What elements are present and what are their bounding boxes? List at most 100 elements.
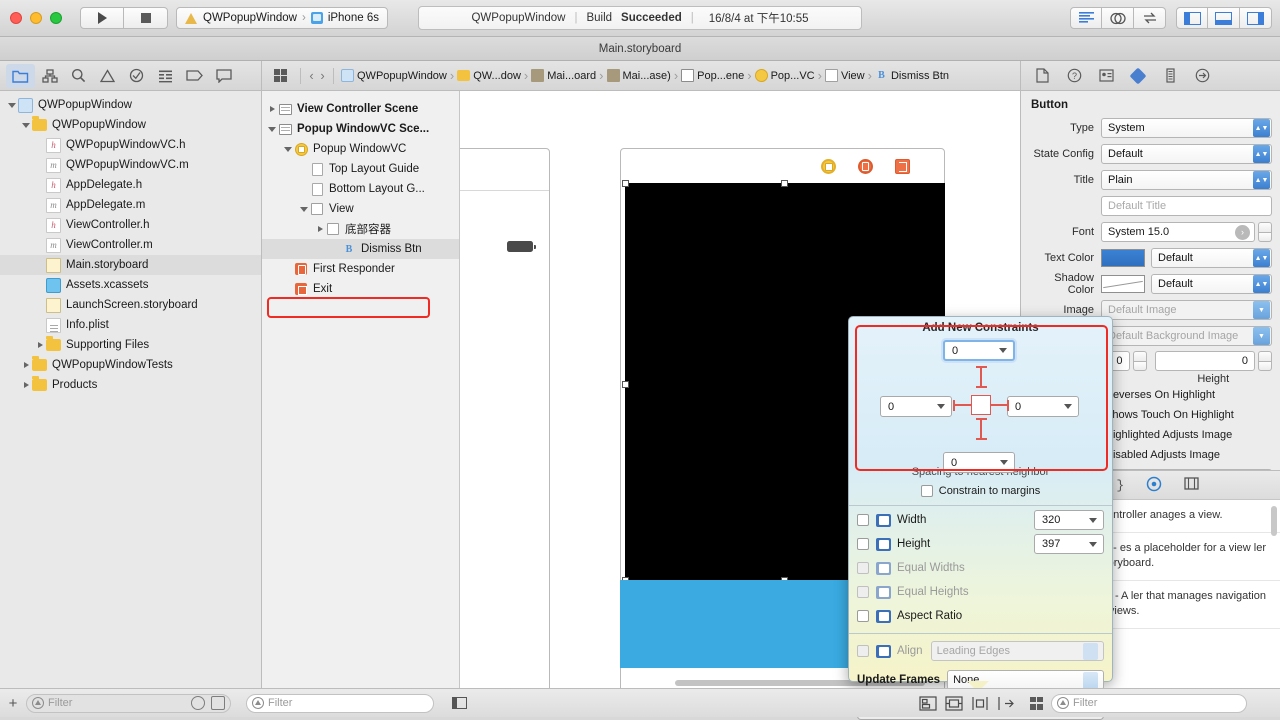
standard-editor-button[interactable] bbox=[1070, 7, 1102, 29]
shadow-color-select[interactable]: Default ▲▼ bbox=[1151, 274, 1272, 294]
outline-item[interactable]: BDismiss Btn bbox=[262, 239, 459, 259]
navigator-item[interactable]: Info.plist bbox=[0, 315, 261, 335]
folder-icon[interactable] bbox=[6, 64, 35, 88]
breakpoint-icon[interactable] bbox=[180, 64, 209, 88]
outline-filter-input[interactable]: Filter bbox=[246, 694, 434, 713]
breadcrumb-item[interactable]: Pop...ene bbox=[679, 65, 746, 87]
forward-button[interactable]: › bbox=[317, 65, 328, 87]
source-control-icon[interactable] bbox=[35, 64, 64, 88]
strut-bottom-icon[interactable] bbox=[980, 418, 982, 440]
title-text-input[interactable]: Default Title bbox=[1101, 196, 1272, 216]
stop-button[interactable] bbox=[124, 7, 168, 29]
align-checkbox[interactable] bbox=[857, 645, 869, 657]
toggle-utilities-button[interactable] bbox=[1240, 7, 1272, 29]
add-file-button[interactable]: + bbox=[0, 695, 26, 712]
text-color-well[interactable] bbox=[1101, 249, 1145, 267]
constraint-checkbox[interactable] bbox=[857, 562, 869, 574]
navigator-item[interactable]: QWPopupWindow bbox=[0, 95, 261, 115]
zoom-window-button[interactable] bbox=[50, 12, 62, 24]
strut-top-icon[interactable] bbox=[980, 366, 982, 388]
constraint-row[interactable]: Equal Heights bbox=[857, 582, 1104, 602]
test-icon[interactable] bbox=[122, 64, 151, 88]
back-button[interactable]: ‹ bbox=[306, 65, 317, 87]
source-control-filter-icon[interactable] bbox=[211, 696, 225, 710]
constraint-value-select[interactable]: 397 bbox=[1034, 534, 1104, 554]
navigator-item[interactable]: hViewController.h bbox=[0, 215, 261, 235]
disclosure-triangle[interactable] bbox=[298, 199, 310, 219]
breadcrumb-item[interactable]: Pop...VC bbox=[753, 65, 817, 87]
resolve-issues-icon[interactable] bbox=[971, 696, 988, 711]
resizing-behavior-icon[interactable] bbox=[997, 696, 1014, 711]
add-new-constraints-popover[interactable]: Add New Constraints 0 0 0 0 bbox=[848, 316, 1113, 682]
shadow-offset-height-input[interactable]: 0 bbox=[1155, 351, 1256, 371]
image-select[interactable]: Default Image ▼ bbox=[1101, 300, 1272, 320]
navigator-item[interactable]: LaunchScreen.storyboard bbox=[0, 295, 261, 315]
breadcrumb-item[interactable]: QW...dow bbox=[455, 65, 523, 87]
navigator-item[interactable]: hQWPopupWindowVC.h bbox=[0, 135, 261, 155]
navigator-item[interactable]: QWPopupWindowTests bbox=[0, 355, 261, 375]
font-stepper[interactable] bbox=[1258, 222, 1272, 242]
constraint-checkbox[interactable] bbox=[857, 538, 869, 550]
shadow-offset-height-stepper[interactable] bbox=[1258, 351, 1272, 371]
navigator-item[interactable]: mViewController.m bbox=[0, 235, 261, 255]
search-icon[interactable] bbox=[64, 64, 93, 88]
font-picker-icon[interactable]: › bbox=[1235, 225, 1250, 240]
breadcrumb-item[interactable]: Mai...oard bbox=[529, 65, 598, 87]
background-select[interactable]: Default Background Image ▼ bbox=[1101, 326, 1272, 346]
shadow-color-well[interactable] bbox=[1101, 275, 1145, 293]
constraint-row[interactable]: Width320 bbox=[857, 510, 1104, 530]
disclosure-triangle[interactable] bbox=[20, 355, 32, 375]
constraint-value-select[interactable]: 320 bbox=[1034, 510, 1104, 530]
disclosure-triangle[interactable] bbox=[314, 219, 326, 239]
recent-files-filter-icon[interactable] bbox=[191, 696, 205, 710]
project-tree[interactable]: QWPopupWindowQWPopupWindowhQWPopupWindow… bbox=[0, 91, 261, 395]
file-inspector-icon[interactable] bbox=[1027, 64, 1057, 88]
navigator-item[interactable]: Products bbox=[0, 375, 261, 395]
align-select[interactable]: Leading Edges bbox=[931, 641, 1104, 661]
outline-item[interactable]: View bbox=[262, 199, 459, 219]
related-items-icon[interactable] bbox=[266, 64, 295, 88]
breadcrumb-item[interactable]: BDismiss Btn bbox=[873, 65, 951, 87]
navigator-filter-input[interactable]: Filter bbox=[26, 694, 231, 713]
size-inspector-icon[interactable] bbox=[1155, 64, 1185, 88]
navigator-item[interactable]: mAppDelegate.m bbox=[0, 195, 261, 215]
quick-help-icon[interactable]: ? bbox=[1059, 64, 1089, 88]
spacing-right-select[interactable]: 0 bbox=[1007, 396, 1079, 417]
shadow-offset-width-stepper[interactable] bbox=[1133, 351, 1147, 371]
connections-inspector-icon[interactable] bbox=[1187, 64, 1217, 88]
outline-item[interactable]: 底部容器 bbox=[262, 219, 459, 239]
outline-tree[interactable]: View Controller ScenePopup WindowVC Sce.… bbox=[262, 91, 459, 299]
align-icon[interactable] bbox=[919, 696, 936, 711]
object-library-icon[interactable] bbox=[1146, 476, 1162, 495]
spacing-top-select[interactable]: 0 bbox=[943, 340, 1015, 361]
breadcrumb-item[interactable]: Mai...ase) bbox=[605, 65, 673, 87]
type-select[interactable]: System ▲▼ bbox=[1101, 118, 1272, 138]
exit-icon[interactable] bbox=[895, 159, 910, 174]
minimize-window-button[interactable] bbox=[30, 12, 42, 24]
activity-status-bar[interactable]: QWPopupWindow | Build Succeeded | 16/8/4… bbox=[418, 6, 862, 30]
debug-icon[interactable] bbox=[151, 64, 180, 88]
navigator-item[interactable]: hAppDelegate.h bbox=[0, 175, 261, 195]
disclosure-triangle[interactable] bbox=[20, 375, 32, 395]
constraint-row[interactable]: Aspect Ratio bbox=[857, 606, 1104, 626]
outline-item[interactable]: Top Layout Guide bbox=[262, 159, 459, 179]
constrain-to-margins-row[interactable]: Constrain to margins bbox=[849, 485, 1112, 497]
spacing-bottom-select[interactable]: 0 bbox=[943, 452, 1015, 473]
breadcrumb-item[interactable]: View bbox=[823, 65, 867, 87]
library-scrollbar[interactable] bbox=[1271, 506, 1277, 536]
navigator-item[interactable]: mQWPopupWindowVC.m bbox=[0, 155, 261, 175]
first-responder-icon[interactable] bbox=[858, 159, 873, 174]
title-style-select[interactable]: Plain ▲▼ bbox=[1101, 170, 1272, 190]
outline-item[interactable]: First Responder bbox=[262, 259, 459, 279]
disclosure-triangle[interactable] bbox=[34, 335, 46, 355]
font-field[interactable]: System 15.0 › bbox=[1101, 222, 1255, 242]
disclosure-triangle[interactable] bbox=[20, 115, 32, 135]
resize-handle-ml[interactable] bbox=[622, 381, 629, 388]
toggle-navigator-button[interactable] bbox=[1176, 7, 1208, 29]
report-icon[interactable] bbox=[209, 64, 238, 88]
constrain-to-margins-checkbox[interactable] bbox=[921, 485, 933, 497]
constraint-row[interactable]: Equal Widths bbox=[857, 558, 1104, 578]
disclosure-triangle[interactable] bbox=[266, 119, 278, 139]
identity-inspector-icon[interactable] bbox=[1091, 64, 1121, 88]
library-filter-input[interactable]: Filter bbox=[1051, 694, 1247, 713]
